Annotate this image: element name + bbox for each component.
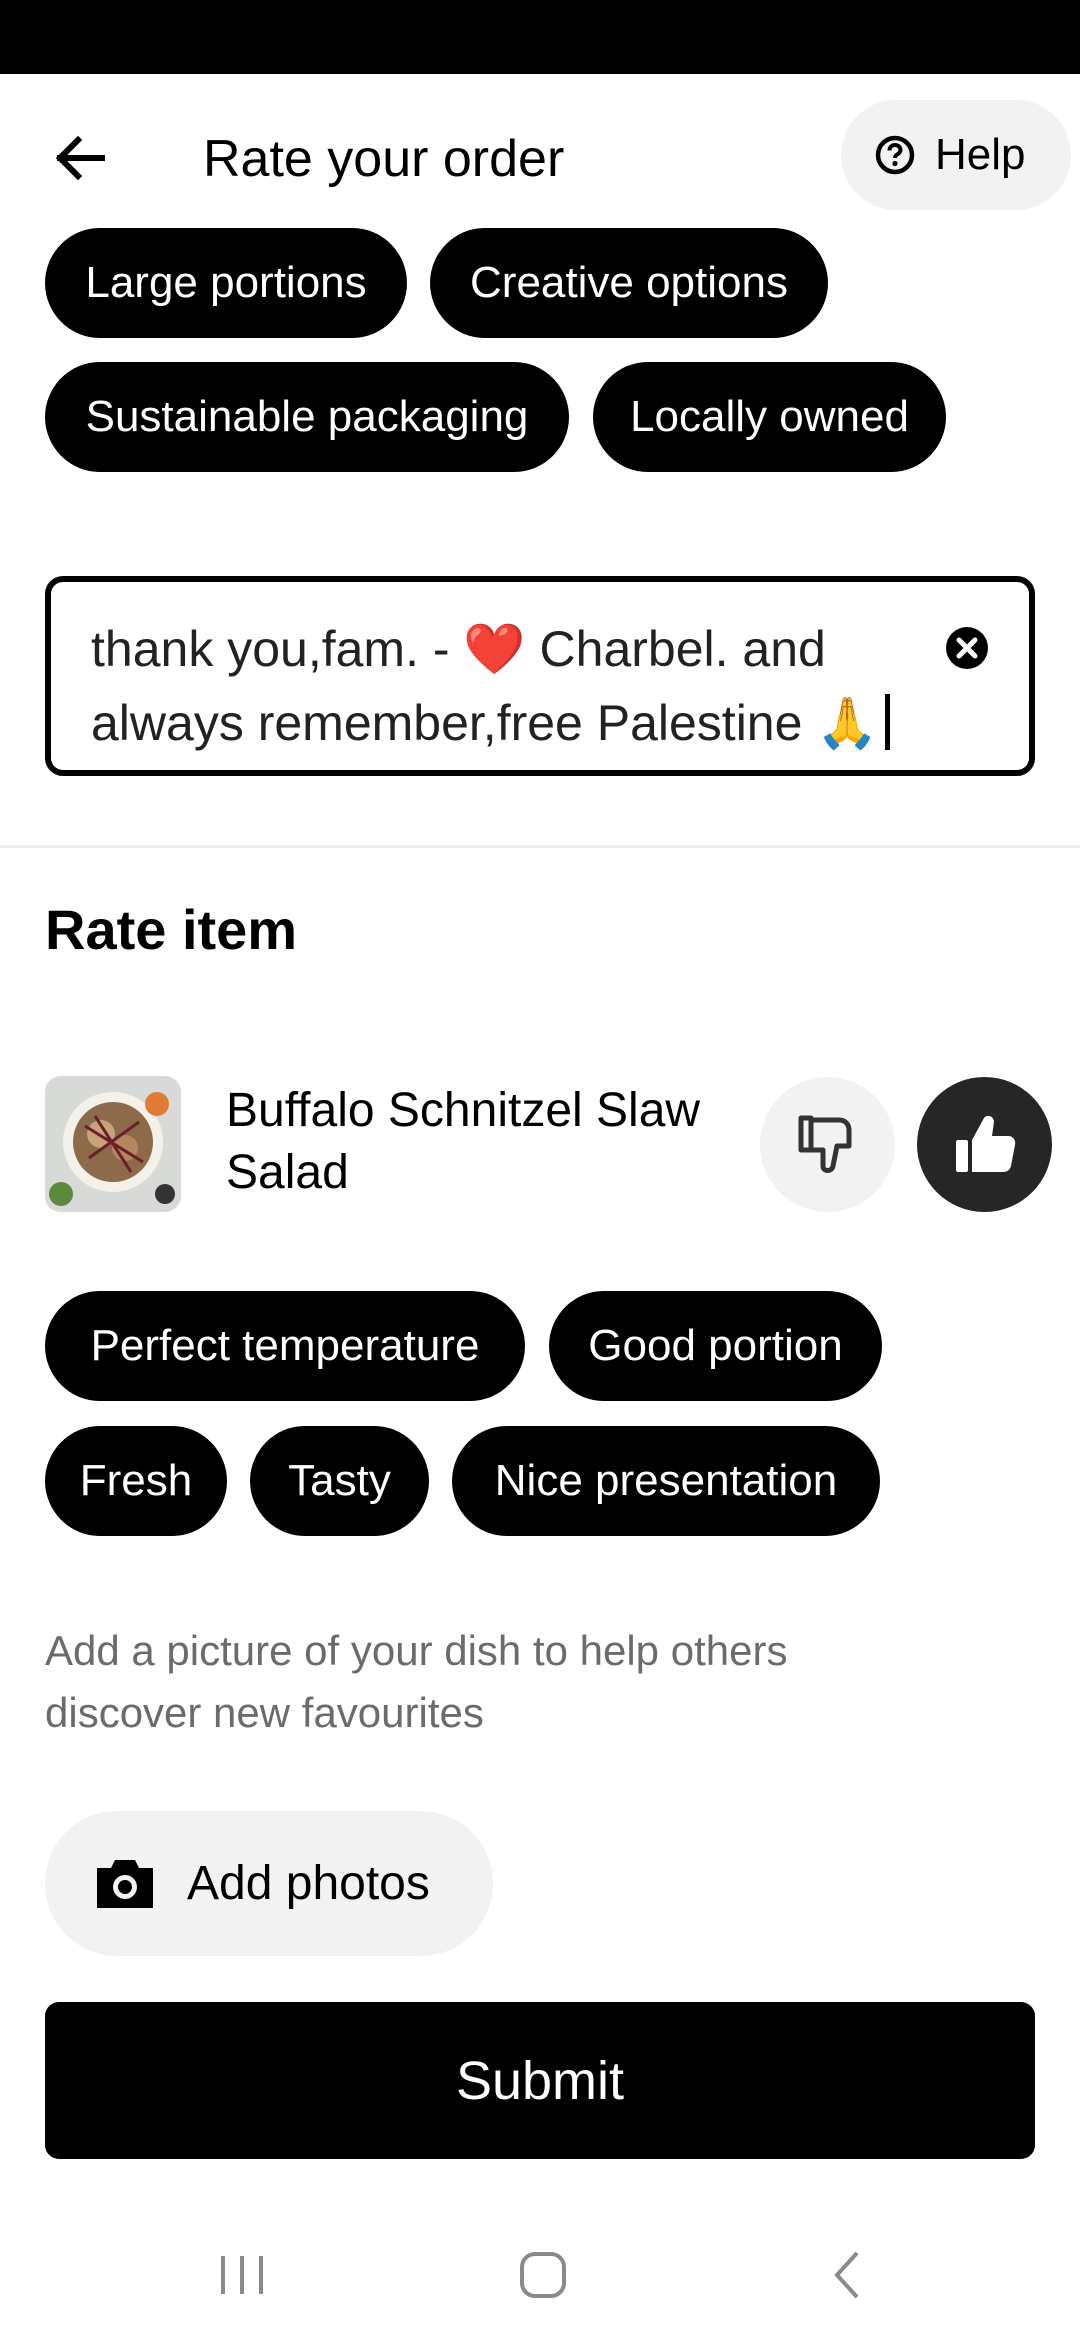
home-icon (520, 2252, 566, 2298)
thumbs-down-button[interactable] (760, 1077, 895, 1212)
tag-perfect-temperature[interactable]: Perfect temperature (45, 1291, 525, 1401)
section-divider (0, 845, 1080, 848)
chevron-left-icon (834, 2251, 859, 2299)
submit-button[interactable]: Submit (45, 2002, 1035, 2159)
recent-apps-icon (221, 2256, 263, 2294)
help-icon (875, 135, 915, 175)
chip-label: Tasty (288, 1456, 391, 1505)
comment-text: thank you,fam. - ❤️ Charbel. and always … (91, 612, 919, 760)
tag-tasty[interactable]: Tasty (250, 1426, 429, 1536)
chip-label: Locally owned (630, 392, 909, 441)
tag-nice-presentation[interactable]: Nice presentation (452, 1426, 880, 1536)
home-button[interactable] (503, 2240, 583, 2310)
thumbs-up-button[interactable] (917, 1077, 1052, 1212)
system-back-button[interactable] (807, 2240, 887, 2310)
add-photos-label: Add photos (187, 1857, 430, 1910)
chip-label: Large portions (85, 258, 367, 307)
add-photos-button[interactable]: Add photos (45, 1811, 493, 1956)
comment-value: thank you,fam. - ❤️ Charbel. and always … (91, 621, 879, 751)
recent-apps-button[interactable] (202, 2240, 282, 2310)
item-photo (45, 1076, 181, 1212)
arrow-left-icon (55, 136, 105, 180)
tag-good-portion[interactable]: Good portion (549, 1291, 882, 1401)
tag-creative-options[interactable]: Creative options (430, 228, 828, 338)
item-name: Buffalo Schnitzel Slaw Salad (226, 1084, 701, 1199)
chip-label: Fresh (79, 1456, 193, 1505)
photo-hint: Add a picture of your dish to help other… (45, 1627, 788, 1736)
clear-text-icon[interactable] (943, 624, 991, 672)
help-label: Help (935, 130, 1026, 179)
rate-item-title: Rate item (45, 898, 298, 961)
chip-label: Good portion (588, 1321, 843, 1370)
chip-label: Sustainable packaging (85, 392, 529, 441)
thumbs-up-icon (955, 1115, 1015, 1172)
help-button[interactable]: Help (841, 100, 1071, 210)
tag-sustainable-packaging[interactable]: Sustainable packaging (45, 362, 569, 472)
submit-label: Submit (455, 2050, 625, 2111)
camera-icon (97, 1859, 153, 1908)
thumbs-down-icon (798, 1115, 851, 1173)
page-title: Rate your order (203, 130, 565, 188)
back-button[interactable] (40, 118, 120, 198)
chip-label: Nice presentation (494, 1456, 838, 1505)
chip-label: Creative options (470, 258, 788, 307)
status-bar (0, 0, 1080, 74)
text-cursor (884, 694, 890, 750)
header: Rate your order Help (0, 74, 1080, 234)
comment-input[interactable]: thank you,fam. - ❤️ Charbel. and always … (45, 576, 1035, 776)
tag-locally-owned[interactable]: Locally owned (593, 362, 946, 472)
chip-label: Perfect temperature (90, 1321, 480, 1370)
system-nav-bar (0, 2200, 1080, 2340)
tag-large-portions[interactable]: Large portions (45, 228, 407, 338)
tag-fresh[interactable]: Fresh (45, 1426, 227, 1536)
